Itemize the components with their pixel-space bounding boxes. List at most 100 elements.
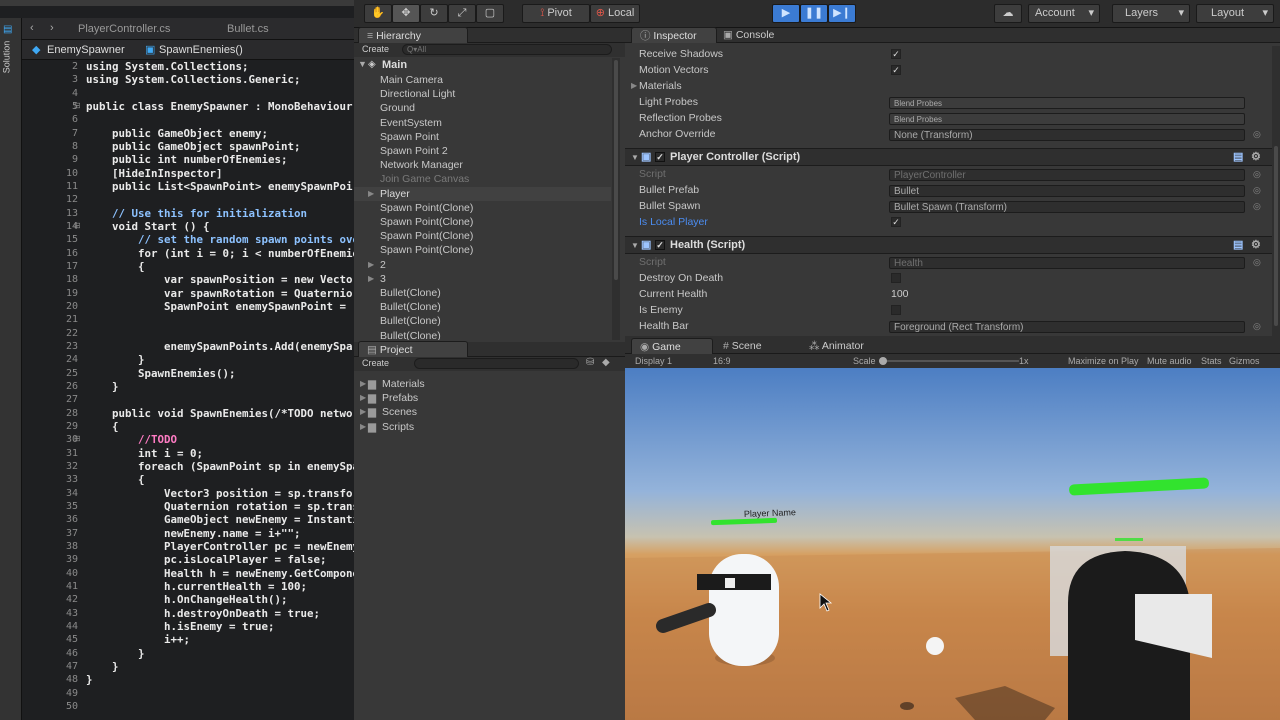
fold-closed-icon[interactable]: ▶ [360, 377, 366, 391]
hierarchy-item[interactable]: ▶ 2 [354, 258, 611, 272]
hierarchy-item[interactable]: Directional Light [354, 87, 611, 101]
account-dropdown[interactable]: Account ▾ [1028, 4, 1100, 23]
aspect-dropdown[interactable]: 16:9 [713, 356, 731, 366]
hierarchy-item[interactable]: Spawn Point(Clone) [354, 243, 611, 257]
gear-icon[interactable]: ⚙ [1251, 149, 1261, 166]
inspector-object-field[interactable]: None (Transform) [889, 129, 1245, 141]
project-search-input[interactable] [414, 358, 579, 369]
hierarchy-create-button[interactable]: Create [362, 44, 389, 54]
layout-dropdown[interactable]: Layout ▾ [1196, 4, 1274, 23]
forward-arrow-icon[interactable]: › [50, 22, 54, 34]
scale-slider[interactable] [879, 357, 1019, 365]
project-folder-item[interactable]: ▶ ▆ Prefabs [354, 391, 625, 405]
inspector-checkbox[interactable] [891, 305, 901, 315]
hierarchy-scrollbar[interactable] [612, 58, 620, 340]
hand-tool-icon[interactable]: ✋ [364, 4, 392, 23]
object-picker-icon[interactable]: ◎ [1253, 321, 1261, 332]
inspector-checkbox[interactable]: ✓ [891, 217, 901, 227]
local-toggle[interactable]: ⊕ Local [590, 4, 640, 23]
hierarchy-item[interactable]: Bullet(Clone) [354, 300, 611, 314]
play-button[interactable]: ▶ [772, 4, 800, 23]
breadcrumb-method[interactable]: SpawnEnemies() [159, 44, 243, 56]
hierarchy-item[interactable]: Spawn Point(Clone) [354, 229, 611, 243]
fold-marker-icon[interactable]: ⊟ [74, 101, 81, 110]
inspector-object-field[interactable]: Foreground (Rect Transform) [889, 321, 1245, 333]
component-header[interactable]: ▼ ▣ ✓ ▤ ⚙ Player Controller (Script) [625, 148, 1272, 166]
inspector-dropdown[interactable]: Blend Probes [889, 97, 1245, 109]
inspector-checkbox[interactable]: ✓ [891, 49, 901, 59]
step-button[interactable]: ▶❙ [828, 4, 856, 23]
project-folder-item[interactable]: ▶ ▆ Scripts [354, 420, 625, 434]
fold-closed-icon[interactable]: ▶ [368, 258, 374, 272]
maximize-on-play-toggle[interactable]: Maximize on Play [1068, 356, 1139, 366]
rect-tool-icon[interactable]: ▢ [476, 4, 504, 23]
hierarchy-item[interactable]: EventSystem [354, 116, 611, 130]
hierarchy-item[interactable]: Join Game Canvas [354, 172, 611, 186]
fold-closed-icon[interactable]: ▶ [360, 420, 366, 434]
object-picker-icon[interactable]: ◎ [1253, 129, 1261, 140]
label-icon[interactable]: ◆ [602, 357, 610, 368]
hierarchy-item[interactable]: Network Manager [354, 158, 611, 172]
object-picker-icon[interactable]: ◎ [1253, 257, 1261, 268]
cloud-icon[interactable]: ☁ [994, 4, 1022, 23]
fold-open-icon[interactable]: ▼ [631, 149, 639, 166]
pivot-toggle[interactable]: ⟟ Pivot [522, 4, 590, 23]
tab-inspector[interactable]: ⓘ Inspector [631, 27, 717, 43]
hierarchy-item[interactable]: ▶ Player [354, 186, 611, 201]
hierarchy-item[interactable]: Bullet(Clone) [354, 329, 611, 340]
inspector-checkbox[interactable]: ✓ [891, 65, 901, 75]
breadcrumb-class[interactable]: EnemySpawner [47, 44, 125, 56]
inspector-number-field[interactable]: 100 [891, 288, 909, 300]
hierarchy-item[interactable]: ▶ 3 [354, 272, 611, 286]
hierarchy-search-input[interactable] [402, 44, 612, 55]
inspector-dropdown[interactable]: Blend Probes [889, 113, 1245, 125]
mute-audio-toggle[interactable]: Mute audio [1147, 356, 1192, 366]
code-area[interactable]: 2 using System.Collections; 3 using System.… [0, 56, 354, 720]
stats-toggle[interactable]: Stats [1201, 356, 1222, 366]
gizmos-dropdown[interactable]: Gizmos [1229, 356, 1260, 366]
help-icon[interactable]: ▤ [1233, 149, 1243, 166]
game-viewport[interactable]: Player Name [625, 368, 1280, 720]
back-arrow-icon[interactable]: ‹ [30, 22, 34, 34]
pause-button[interactable]: ❚❚ [800, 4, 828, 23]
fold-marker-icon[interactable]: ⊟ [74, 221, 81, 230]
fold-closed-icon[interactable]: ▶ [360, 391, 366, 405]
fold-closed-icon[interactable]: ▶ [631, 81, 637, 90]
hierarchy-item[interactable]: Ground [354, 101, 611, 115]
layers-dropdown[interactable]: Layers ▾ [1112, 4, 1190, 23]
display-dropdown[interactable]: Display 1 [635, 356, 672, 366]
fold-open-icon[interactable]: ▼ [631, 237, 639, 254]
gear-icon[interactable]: ⚙ [1251, 237, 1261, 254]
hierarchy-item[interactable]: Spawn Point(Clone) [354, 201, 611, 215]
tab-project[interactable]: ▤ Project [358, 341, 468, 357]
object-picker-icon[interactable]: ◎ [1253, 185, 1261, 196]
component-enabled-checkbox[interactable]: ✓ [655, 152, 665, 162]
tab-console[interactable]: ▣ Console [723, 29, 774, 41]
tab-scene[interactable]: # Scene [723, 340, 762, 352]
hierarchy-item[interactable]: Spawn Point [354, 130, 611, 144]
tab-player-controller[interactable]: PlayerController.cs [78, 23, 170, 35]
component-enabled-checkbox[interactable]: ✓ [655, 240, 665, 250]
inspector-object-field[interactable]: Bullet [889, 185, 1245, 197]
project-folder-item[interactable]: ▶ ▆ Scenes [354, 405, 625, 419]
scene-row[interactable]: ▼ ◈ Main [354, 59, 625, 73]
hierarchy-item[interactable]: Main Camera [354, 73, 611, 87]
inspector-scrollbar[interactable] [1272, 46, 1280, 342]
tab-hierarchy[interactable]: ≡ Hierarchy [358, 27, 468, 43]
project-create-button[interactable]: Create [362, 358, 389, 368]
fold-marker-icon[interactable]: ⊟ [74, 434, 81, 443]
fold-closed-icon[interactable]: ▶ [360, 405, 366, 419]
tab-game[interactable]: ◉ Game [631, 338, 713, 354]
fold-closed-icon[interactable]: ▶ [368, 187, 374, 201]
component-header[interactable]: ▼ ▣ ✓ ▤ ⚙ Health (Script) [625, 236, 1272, 254]
tab-animator[interactable]: ⁂ Animator [809, 340, 864, 352]
hierarchy-item[interactable]: Spawn Point 2 [354, 144, 611, 158]
object-picker-icon[interactable]: ◎ [1253, 201, 1261, 212]
inspector-object-field[interactable]: Bullet Spawn (Transform) [889, 201, 1245, 213]
inspector-checkbox[interactable] [891, 273, 901, 283]
scale-tool-icon[interactable]: ⤢ [448, 4, 476, 23]
object-picker-icon[interactable]: ◎ [1253, 169, 1261, 180]
project-folder-item[interactable]: ▶ ▆ Materials [354, 377, 625, 391]
hierarchy-item[interactable]: Bullet(Clone) [354, 286, 611, 300]
rotate-tool-icon[interactable]: ↻ [420, 4, 448, 23]
